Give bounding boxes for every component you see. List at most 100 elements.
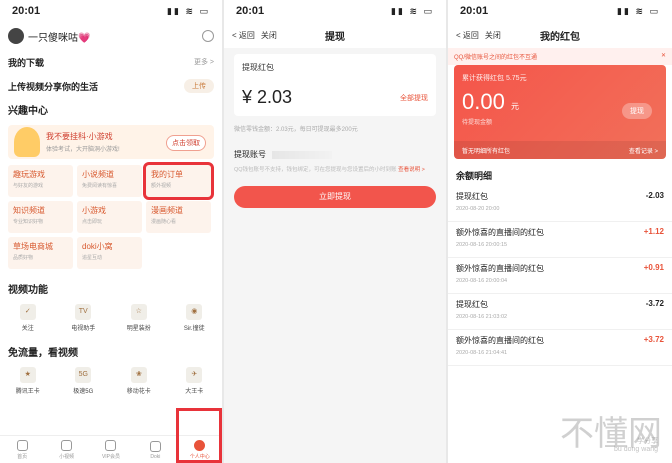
cell-sub: 品质好物 (13, 255, 34, 261)
status-time: 20:01 (12, 5, 41, 17)
cell-my-orders[interactable]: 我的订单 额外视频 (143, 162, 214, 200)
game-banner[interactable]: 我不要挂科·小游戏 体验考试，大开脑洞小游戏! 点击领取 (8, 125, 214, 159)
func-star[interactable]: ☆ 明星装扮 (114, 304, 164, 332)
submit-button[interactable]: 立即提现 (234, 186, 436, 208)
tab-label: Doki (150, 454, 161, 460)
card-5g[interactable]: 5G 极速5G (58, 367, 108, 395)
cell-sub: 免费阅读有惊喜 (82, 183, 118, 189)
func-follow[interactable]: ✓ 关注 (3, 304, 53, 332)
home-icon (16, 440, 28, 451)
card-dawang[interactable]: ✈ 大王卡 (169, 367, 219, 395)
func-tv[interactable]: TV 电视助手 (58, 304, 108, 332)
withdraw-panel: 20:01 ▮▮ ≋ ▭ < 返回 关闭 提现 提现红包 ¥ 2.03 全部提现… (224, 0, 446, 463)
amount-card: 提现红包 ¥ 2.03 全部提现 (234, 54, 436, 116)
back-button[interactable]: < 返回 (456, 30, 479, 41)
card-wangka[interactable]: ★ 腾讯王卡 (3, 367, 53, 395)
page-title: 提现 (325, 31, 345, 43)
cell-sub: 漫画随心看 (151, 219, 177, 225)
downloads-row[interactable]: 我的下载 更多 > (0, 50, 222, 74)
cell-games[interactable]: 趣玩游戏 与好友的游戏 (8, 165, 73, 197)
banner-title: 我不要挂科·小游戏 (46, 132, 113, 141)
cell-sub: 点击即玩 (82, 219, 103, 225)
username[interactable]: 一只傻咪咕💗 (28, 29, 202, 44)
mascot-icon (14, 127, 40, 157)
back-button[interactable]: < 返回 (232, 30, 255, 41)
page-title: 我的红包 (540, 31, 580, 43)
star-icon: ☆ (130, 304, 147, 320)
entry-date: 2020-08-16 21:04:41 (456, 350, 508, 356)
cell-minigame[interactable]: 小游戏 点击即玩 (77, 201, 142, 233)
close-button[interactable]: 关闭 (261, 30, 277, 41)
withdraw-button[interactable]: 提现 (622, 103, 652, 119)
ledger-row: 提现红包 2020-08-16 21:03:02 -3.72 (448, 294, 672, 330)
close-icon[interactable]: ✕ (661, 52, 666, 61)
signal-icon: ▮▮ ≋ ▭ (167, 5, 210, 16)
status-bar: 20:01 ▮▮ ≋ ▭ (224, 0, 446, 22)
upload-title: 上传视频分享你的生活 (8, 81, 99, 92)
entry-name: 额外惊喜的直播间的红包 (456, 228, 544, 237)
cell-title: 草场电商城 (13, 242, 53, 251)
bell-icon: ✓ (19, 304, 36, 320)
cell-doki[interactable]: doki小窝 追星互动 (77, 237, 142, 269)
entry-date: 2020-08-16 21:03:02 (456, 314, 508, 320)
account-tip: QQ钱包账号不支持，钱包绑定，可在您提现与您设置后的小时到账 查看说明 > (224, 164, 446, 176)
free-title: 免流量，看视频 (8, 348, 78, 359)
entry-date: 2020-08-16 20:00:04 (456, 278, 508, 284)
status-bar: 20:01 ▮▮ ≋ ▭ (0, 0, 222, 22)
cell-novel[interactable]: 小说频道免费阅读有惊喜 (77, 165, 142, 197)
tab-home[interactable]: 首页 (4, 440, 40, 460)
account-row[interactable]: 提现账号 (224, 135, 446, 164)
status-bar: 20:01 ▮▮ ≋ ▭ (448, 0, 672, 22)
profile-header: 一只傻咪咕💗 (0, 22, 222, 50)
withdraw-all-link[interactable]: 全部提现 (400, 93, 428, 103)
downloads-more[interactable]: 更多 > (194, 57, 214, 67)
cell-title: 小说频道 (82, 170, 114, 179)
watermark-sub1: 学分享 (637, 438, 658, 445)
tab-label: 首页 (17, 454, 28, 460)
redpacket-panel: 20:01 ▮▮ ≋ ▭ < 返回 关闭 我的红包 QQ/微信账号之间的红包不互… (448, 0, 672, 463)
search-icon[interactable] (202, 30, 214, 42)
tv-icon: TV (75, 304, 92, 320)
footer-right[interactable]: 查看记录 > (629, 146, 658, 155)
notice-text: QQ/微信账号之间的红包不互通 (454, 55, 538, 61)
status-time: 20:01 (460, 5, 489, 17)
cell-title: 小游戏 (82, 206, 106, 215)
cell-mall[interactable]: 草场电商城 品质好物 (8, 237, 73, 269)
tab-doki[interactable]: Doki (137, 441, 173, 460)
status-time: 20:01 (236, 5, 265, 17)
tip-link[interactable]: 查看说明 > (398, 167, 425, 173)
limit-note: 微信零钱金额：2.03元，每日可提现最多200元 (234, 127, 358, 133)
card-footer: 暂无明细所有红包 查看记录 > (454, 141, 666, 159)
banner-button[interactable]: 点击领取 (166, 135, 206, 151)
cell-knowledge[interactable]: 知识频道 专业知识好物 (8, 201, 73, 233)
tab-label: 小视频 (59, 454, 75, 460)
ledger-row: 提现红包 2020-08-20 20:00 -2.03 (448, 186, 672, 222)
footer-left[interactable]: 暂无明细所有红包 (462, 146, 510, 155)
card-mobile[interactable]: ❀ 移动花卡 (114, 367, 164, 395)
tab-vip[interactable]: VIP会员 (93, 440, 129, 460)
tab-shortvideo[interactable]: 小视频 (49, 440, 85, 460)
signal-icon: ▮▮ ≋ ▭ (391, 5, 434, 16)
entry-name: 提现红包 (456, 192, 488, 201)
ledger-row: 额外惊喜的直播间的红包 2020-08-16 21:04:41 +3.72 (448, 330, 672, 366)
func-label: 关注 (21, 326, 34, 332)
card-icon: ✈ (186, 367, 203, 383)
cell-comics[interactable]: 漫画频道 漫画随心看 (146, 201, 211, 233)
ledger-list: 提现红包 2020-08-20 20:00 -2.03 额外惊喜的直播间的红包 202… (448, 186, 672, 366)
close-button[interactable]: 关闭 (485, 30, 501, 41)
highlight-box (176, 408, 222, 463)
cell-title: 漫画频道 (151, 206, 183, 215)
balance-unit: 元 (510, 102, 519, 111)
entry-amount: -2.03 (645, 191, 664, 200)
video-icon (61, 440, 73, 451)
upload-button[interactable]: 上传 (184, 79, 214, 93)
func-sir[interactable]: ◉ Sir.撞徒 (169, 304, 219, 332)
entry-amount: +1.12 (643, 227, 664, 236)
balance-card: 累计获得红包 5.75元 0.00 元 待提现金额 提现 暂无明细所有红包 查看… (454, 65, 666, 159)
entry-amount: -3.72 (645, 299, 664, 308)
avatar[interactable] (8, 28, 24, 44)
signal-icon: ▮▮ ≋ ▭ (617, 5, 660, 16)
amount-label: 提现红包 (242, 63, 274, 72)
watermark-sub: 学分享 bu dong wang (614, 436, 658, 453)
video-functions: ✓ 关注 TV 电视助手 ☆ 明星装扮 ◉ Sir.撞徒 (0, 300, 222, 336)
